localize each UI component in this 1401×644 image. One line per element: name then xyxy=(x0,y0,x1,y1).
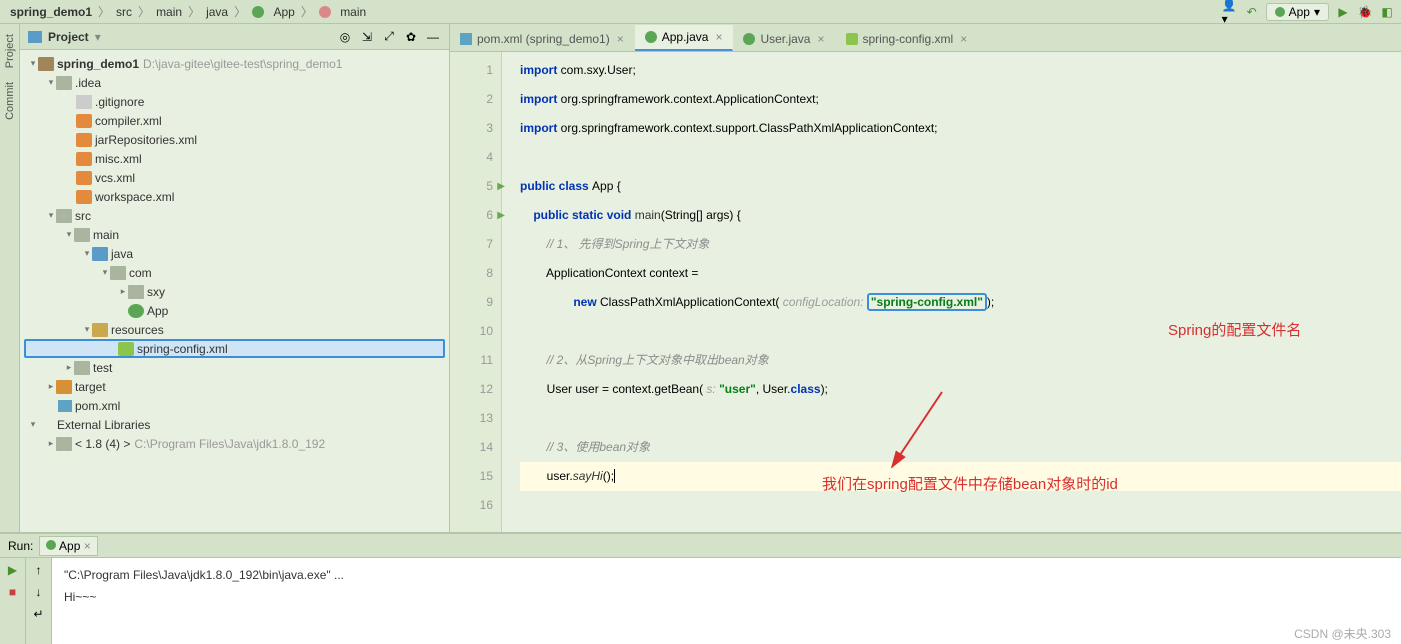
tree-java-folder[interactable]: ▾java xyxy=(20,244,449,263)
crumb-java[interactable]: java xyxy=(202,5,232,19)
tree-pom[interactable]: pom.xml xyxy=(20,396,449,415)
close-icon[interactable]: × xyxy=(617,32,624,46)
tree-resources[interactable]: ▾resources xyxy=(20,320,449,339)
tree-jdk[interactable]: ▸< 1.8 (4) >C:\Program Files\Java\jdk1.8… xyxy=(20,434,449,453)
tool-window-bar: Project Commit xyxy=(0,24,20,532)
coverage-button[interactable]: ◧ xyxy=(1379,4,1395,20)
tab-app[interactable]: App.java× xyxy=(635,25,734,51)
crumb-src[interactable]: src xyxy=(112,5,136,19)
tree-spring-config[interactable]: spring-config.xml xyxy=(24,339,445,358)
expand-all-icon[interactable]: ⇲ xyxy=(359,29,375,45)
down-icon[interactable]: ↓ xyxy=(31,584,47,600)
crumb-method[interactable]: main xyxy=(315,5,370,19)
tree-item[interactable]: jarRepositories.xml xyxy=(20,130,449,149)
close-icon[interactable]: × xyxy=(84,539,91,553)
tree-item[interactable]: .gitignore xyxy=(20,92,449,111)
project-tool-tab[interactable]: Project xyxy=(3,28,17,74)
stop-button[interactable]: ■ xyxy=(5,584,21,600)
user-icon[interactable]: 👤▾ xyxy=(1222,4,1238,20)
editor-tabs: pom.xml (spring_demo1)× App.java× User.j… xyxy=(450,24,1401,52)
breadcrumb-bar: spring_demo1 〉 src 〉 main 〉 java 〉 App 〉… xyxy=(0,0,1401,24)
run-button[interactable]: ▶ xyxy=(1335,4,1351,20)
run-panel: Run: App × ▶ ■ ↑ ↓ ↵ "C:\Program Files\J… xyxy=(0,532,1401,644)
tree-test[interactable]: ▸test xyxy=(20,358,449,377)
crumb-class[interactable]: App xyxy=(248,5,299,19)
commit-tool-tab[interactable]: Commit xyxy=(3,76,17,126)
tab-user[interactable]: User.java× xyxy=(733,27,835,51)
run-tab[interactable]: App × xyxy=(39,536,97,556)
wrap-icon[interactable]: ↵ xyxy=(31,606,47,622)
code-editor[interactable]: 1234 5▶ 6▶ 78910 11121314 1516 import co… xyxy=(450,52,1401,532)
rerun-button[interactable]: ▶ xyxy=(5,562,21,578)
project-tree[interactable]: ▾spring_demo1D:\java-gitee\gitee-test\sp… xyxy=(20,50,449,532)
project-icon xyxy=(28,31,42,43)
tree-idea[interactable]: ▾.idea xyxy=(20,73,449,92)
close-icon[interactable]: × xyxy=(715,30,722,44)
tree-com[interactable]: ▾com xyxy=(20,263,449,282)
settings-icon[interactable]: ✿ xyxy=(403,29,419,45)
line-gutter: 1234 5▶ 6▶ 78910 11121314 1516 xyxy=(450,52,502,532)
tree-root[interactable]: ▾spring_demo1D:\java-gitee\gitee-test\sp… xyxy=(20,54,449,73)
tree-item[interactable]: compiler.xml xyxy=(20,111,449,130)
tree-target[interactable]: ▸target xyxy=(20,377,449,396)
tree-ext-lib[interactable]: ▾External Libraries xyxy=(20,415,449,434)
run-config-selector[interactable]: App ▾ xyxy=(1266,3,1329,21)
crumb-project[interactable]: spring_demo1 xyxy=(6,5,96,19)
tree-src[interactable]: ▾src xyxy=(20,206,449,225)
hide-icon[interactable]: — xyxy=(425,29,441,45)
crumb-main[interactable]: main xyxy=(152,5,186,19)
close-icon[interactable]: × xyxy=(817,32,824,46)
run-label: Run: xyxy=(8,539,33,553)
editor-area: pom.xml (spring_demo1)× App.java× User.j… xyxy=(450,24,1401,532)
project-panel: Project ▾ ◎ ⇲ ⤢ ✿ — ▾spring_demo1D:\java… xyxy=(20,24,450,532)
tree-item[interactable]: workspace.xml xyxy=(20,187,449,206)
tab-pom[interactable]: pom.xml (spring_demo1)× xyxy=(450,27,635,51)
tree-item[interactable]: misc.xml xyxy=(20,149,449,168)
tab-spring-config[interactable]: spring-config.xml× xyxy=(836,27,979,51)
close-icon[interactable]: × xyxy=(960,32,967,46)
collapse-all-icon[interactable]: ⤢ xyxy=(381,29,397,45)
annotation-spring-config: Spring的配置文件名 xyxy=(1168,316,1301,345)
tree-item[interactable]: vcs.xml xyxy=(20,168,449,187)
back-icon[interactable]: ↶ xyxy=(1244,4,1260,20)
annotation-bean-id: 我们在spring配置文件中存储bean对象时的id xyxy=(822,470,1118,499)
tree-sxy[interactable]: ▸sxy xyxy=(20,282,449,301)
debug-button[interactable]: 🐞 xyxy=(1357,4,1373,20)
tree-app-class[interactable]: App xyxy=(20,301,449,320)
watermark: CSDN @未央.303 xyxy=(1294,625,1391,642)
tree-main[interactable]: ▾main xyxy=(20,225,449,244)
console-output[interactable]: "C:\Program Files\Java\jdk1.8.0_192\bin\… xyxy=(52,558,1401,644)
select-opened-file-icon[interactable]: ◎ xyxy=(337,29,353,45)
up-icon[interactable]: ↑ xyxy=(31,562,47,578)
project-panel-title: Project xyxy=(48,30,89,44)
